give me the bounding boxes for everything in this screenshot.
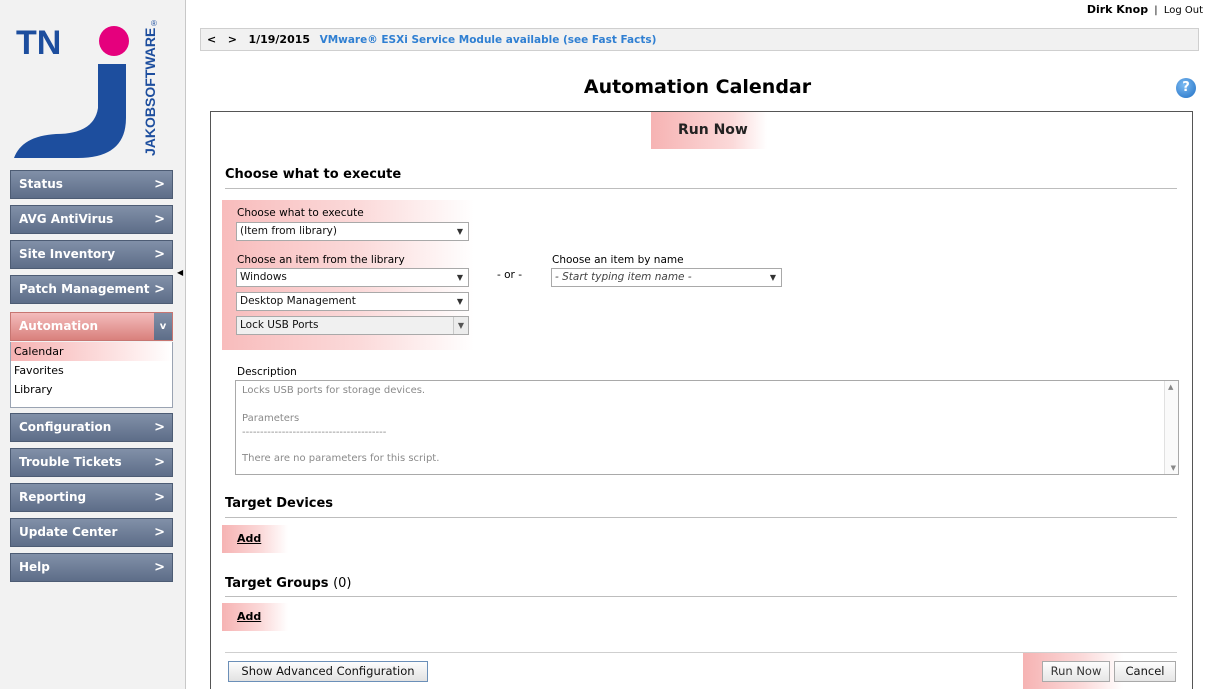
news-ticker: < > 1/19/2015 VMware® ESXi Service Modul… [200,28,1199,51]
chevron-down-icon: ▼ [456,227,463,236]
nav-item-trouble-tickets[interactable]: Trouble Tickets > [10,448,173,477]
cancel-button[interactable]: Cancel [1114,661,1176,682]
svg-text:JAKOBSOFTWARE: JAKOBSOFTWARE [142,28,158,156]
collapse-sidebar-icon[interactable]: ◀ [177,268,183,277]
nav-item-help[interactable]: Help > [10,553,173,582]
chevron-right-icon: > [154,560,165,575]
select-value: (Item from library) [240,225,337,237]
nav-item-update-center[interactable]: Update Center > [10,518,173,547]
nav-item-avg-antivirus[interactable]: AVG AntiVirus > [10,205,173,234]
scroll-up-icon[interactable]: ▲ [1168,383,1173,391]
news-headline-link[interactable]: VMware® ESXi Service Module available (s… [320,34,657,46]
next-news-icon[interactable]: > [228,33,237,46]
description-line [242,397,1172,409]
library-category-select[interactable]: Desktop Management ▼ [236,292,469,311]
nav-item-label: Reporting [19,490,87,504]
chevron-right-icon: > [154,282,165,297]
or-separator: - or - [497,269,522,281]
chevron-down-icon: v [154,313,172,340]
select-value: Desktop Management [240,295,356,307]
description-line: ---------------------------------------- [242,427,387,438]
chevron-right-icon: > [154,212,165,227]
tn-jakobsoftware-logo: TN JAKOBSOFTWARE ® [14,19,158,158]
nav-item-site-inventory[interactable]: Site Inventory > [10,240,173,269]
divider [225,188,1177,189]
chevron-down-icon: ▼ [456,273,463,282]
add-target-group-link[interactable]: Add [222,603,288,631]
chevron-right-icon: > [154,177,165,192]
section-title-choose-execute: Choose what to execute [225,167,402,182]
nav-item-label: Configuration [19,420,112,434]
help-icon[interactable]: ? [1176,78,1196,98]
divider [225,517,1177,518]
automation-submenu: Calendar Favorites Library [10,342,173,408]
chevron-right-icon: > [154,420,165,435]
nav-item-configuration[interactable]: Configuration > [10,413,173,442]
chevron-down-icon: ▼ [453,317,468,334]
description-scrollbar[interactable]: ▲ ▼ [1164,381,1178,474]
add-target-device-link[interactable]: Add [222,525,288,553]
tab-run-now[interactable]: Run Now [651,112,767,149]
subnav-item-library[interactable]: Library [11,380,172,399]
separator: | [1154,5,1158,16]
chevron-down-icon: ▼ [456,297,463,306]
logout-link[interactable]: Log Out [1164,5,1203,16]
nav-item-automation[interactable]: Automation v [10,312,173,341]
section-title-target-groups: Target Groups (0) [225,576,352,591]
item-by-name-combobox[interactable]: - Start typing item name - ▼ [551,268,782,287]
show-advanced-configuration-button[interactable]: Show Advanced Configuration [228,661,428,682]
subnav-item-calendar[interactable]: Calendar [11,342,172,361]
description-line [242,439,1172,451]
target-groups-count: (0) [333,576,352,591]
nav-item-label: Site Inventory [19,247,116,261]
run-now-panel: Run Now Choose what to execute Choose wh… [210,111,1193,689]
description-line: Parameters [242,413,300,424]
svg-text:TN: TN [16,24,61,62]
section-title-target-devices: Target Devices [225,496,334,511]
nav-item-label: Update Center [19,525,118,539]
page-title: Automation Calendar [583,76,812,98]
news-date: 1/19/2015 [248,33,311,46]
divider [225,596,1177,597]
item-by-name-label: Choose an item by name [552,254,684,266]
nav-item-label: Status [19,177,63,191]
nav-item-label: Automation [19,319,99,333]
nav-item-patch-management[interactable]: Patch Management > [10,275,173,304]
chevron-down-icon: ▼ [769,273,776,282]
chevron-right-icon: > [154,490,165,505]
what-to-execute-label: Choose what to execute [237,207,364,219]
library-item-select[interactable]: Lock USB Ports ▼ [236,316,469,335]
library-label: Choose an item from the library [237,254,405,266]
description-textarea[interactable]: Locks USB ports for storage devices. Par… [235,380,1179,475]
description-line: There are no parameters for this script. [242,453,440,464]
nav-item-label: Patch Management [19,282,150,296]
user-name: Dirk Knop [1086,3,1149,16]
nav-item-reporting[interactable]: Reporting > [10,483,173,512]
description-line: Locks USB ports for storage devices. [242,385,426,396]
item-by-name-placeholder: - Start typing item name - [555,271,692,283]
nav-item-label: Help [19,560,50,574]
select-value: Lock USB Ports [240,319,319,331]
chevron-right-icon: > [154,247,165,262]
select-value: Windows [240,271,287,283]
user-links: Dirk Knop | Log Out [1087,3,1203,16]
prev-news-icon[interactable]: < [207,33,216,46]
svg-text:®: ® [151,19,157,28]
nav-item-label: Trouble Tickets [19,455,122,469]
nav-item-label: AVG AntiVirus [19,212,114,226]
subnav-item-favorites[interactable]: Favorites [11,361,172,380]
chevron-right-icon: > [154,525,165,540]
resize-grip-icon[interactable]: ▼ [1171,464,1176,472]
run-now-button[interactable]: Run Now [1042,661,1110,682]
sidebar: TN JAKOBSOFTWARE ® Status > AVG AntiViru… [0,0,186,689]
target-groups-title: Target Groups [225,576,329,591]
what-to-execute-select[interactable]: (Item from library) ▼ [236,222,469,241]
nav-item-status[interactable]: Status > [10,170,173,199]
chevron-right-icon: > [154,455,165,470]
library-os-select[interactable]: Windows ▼ [236,268,469,287]
description-label: Description [237,366,297,378]
